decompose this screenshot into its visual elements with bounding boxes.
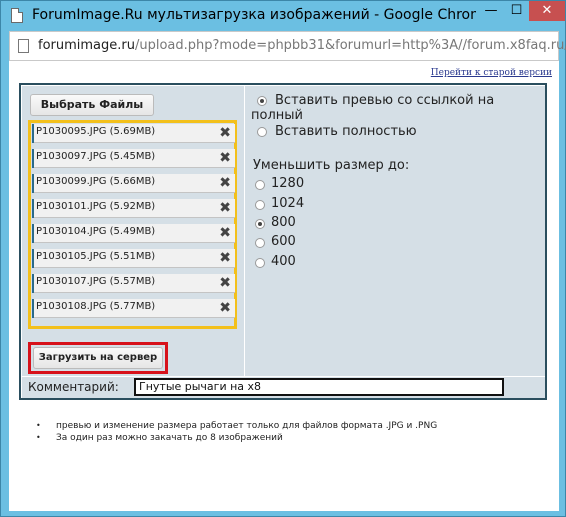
file-list: P1030095.JPG (5.69MB) ✖ P1030097.JPG (5.… — [28, 120, 237, 329]
list-item: За один раз можно закачать до 8 изображе… — [34, 432, 437, 444]
select-files-button[interactable]: Выбрать Файлы — [30, 94, 154, 116]
resize-label: Уменьшить размер до: — [253, 158, 410, 173]
remove-icon[interactable]: ✖ — [219, 275, 231, 291]
remove-icon[interactable]: ✖ — [219, 250, 231, 266]
size-radio-800[interactable] — [255, 219, 265, 229]
upload-panel: Выбрать Файлы P1030095.JPG (5.69MB) ✖ P1… — [19, 83, 547, 400]
insert-preview-label: Вставить превью со ссылкой на — [275, 93, 495, 108]
file-name: P1030095.JPG (5.69MB) — [36, 126, 156, 137]
old-version-link[interactable]: Перейти к старой версии — [431, 68, 552, 78]
file-name: P1030108.JPG (5.77MB) — [36, 301, 156, 312]
insert-preview-radio[interactable] — [257, 96, 267, 106]
remove-icon[interactable]: ✖ — [219, 175, 231, 191]
upload-button[interactable]: Загрузить на сервер — [33, 347, 163, 369]
file-item: P1030108.JPG (5.77MB) ✖ — [32, 299, 235, 318]
page-icon — [11, 8, 23, 23]
file-item: P1030095.JPG (5.69MB) ✖ — [32, 124, 235, 143]
file-item: P1030104.JPG (5.49MB) ✖ — [32, 224, 235, 243]
url-text[interactable]: forumimage.ru/upload.php?mode=phpbb31&fo… — [38, 38, 566, 53]
window-title: ForumImage.Ru мультизагрузка изображений… — [32, 7, 476, 23]
close-button[interactable]: ✕ — [529, 1, 565, 21]
file-item: P1030097.JPG (5.45MB) ✖ — [32, 149, 235, 168]
size-label-400: 400 — [271, 254, 296, 269]
insert-preview-label-cont: полный — [251, 108, 303, 123]
size-label-600: 600 — [271, 234, 296, 249]
file-item: P1030099.JPG (5.66MB) ✖ — [32, 174, 235, 193]
size-radio-1280[interactable] — [255, 180, 265, 190]
file-name: P1030097.JPG (5.45MB) — [36, 151, 156, 162]
file-name: P1030104.JPG (5.49MB) — [36, 226, 156, 237]
url-host: forumimage.ru — [38, 38, 135, 53]
file-name: P1030105.JPG (5.51MB) — [36, 251, 156, 262]
notes-list: превью и изменение размера работает толь… — [34, 420, 437, 444]
title-bar[interactable]: ForumImage.Ru мультизагрузка изображений… — [1, 1, 565, 31]
size-label-1280: 1280 — [271, 176, 305, 191]
comment-label: Комментарий: — [28, 380, 119, 394]
file-item: P1030101.JPG (5.92MB) ✖ — [32, 199, 235, 218]
size-radio-600[interactable] — [255, 238, 265, 248]
minimize-button[interactable]: — — [478, 1, 504, 21]
insert-full-radio[interactable] — [257, 127, 267, 137]
options-column: Вставить превью со ссылкой на полный Вст… — [245, 86, 545, 376]
size-radio-1024[interactable] — [255, 200, 265, 210]
address-bar[interactable]: forumimage.ru/upload.php?mode=phpbb31&fo… — [9, 31, 566, 61]
list-item: превью и изменение размера работает толь… — [34, 420, 437, 432]
size-radio-400[interactable] — [255, 258, 265, 268]
insert-full-label: Вставить полностью — [275, 124, 417, 139]
file-item: P1030107.JPG (5.57MB) ✖ — [32, 274, 235, 293]
file-name: P1030099.JPG (5.66MB) — [36, 176, 156, 187]
size-label-1024: 1024 — [271, 196, 305, 211]
file-item: P1030105.JPG (5.51MB) ✖ — [32, 249, 235, 268]
remove-icon[interactable]: ✖ — [219, 300, 231, 316]
page-content: Перейти к старой версии Выбрать Файлы P1… — [9, 61, 559, 511]
size-label-800: 800 — [271, 215, 296, 230]
remove-icon[interactable]: ✖ — [219, 125, 231, 141]
browser-window: ForumImage.Ru мультизагрузка изображений… — [0, 0, 566, 517]
remove-icon[interactable]: ✖ — [219, 200, 231, 216]
file-name: P1030107.JPG (5.57MB) — [36, 276, 156, 287]
maximize-button[interactable]: ☐ — [504, 1, 529, 21]
remove-icon[interactable]: ✖ — [219, 225, 231, 241]
file-name: P1030101.JPG (5.92MB) — [36, 201, 156, 212]
page-icon — [18, 39, 29, 53]
comment-input[interactable]: Гнутые рычаги на х8 — [134, 378, 504, 396]
url-path: /upload.php?mode=phpbb31&forumurl=http%3… — [135, 38, 566, 53]
files-column: Выбрать Файлы P1030095.JPG (5.69MB) ✖ P1… — [22, 86, 244, 376]
upload-highlight: Загрузить на сервер — [28, 342, 168, 374]
comment-row: Комментарий: Гнутые рычаги на х8 — [22, 377, 545, 398]
remove-icon[interactable]: ✖ — [219, 150, 231, 166]
